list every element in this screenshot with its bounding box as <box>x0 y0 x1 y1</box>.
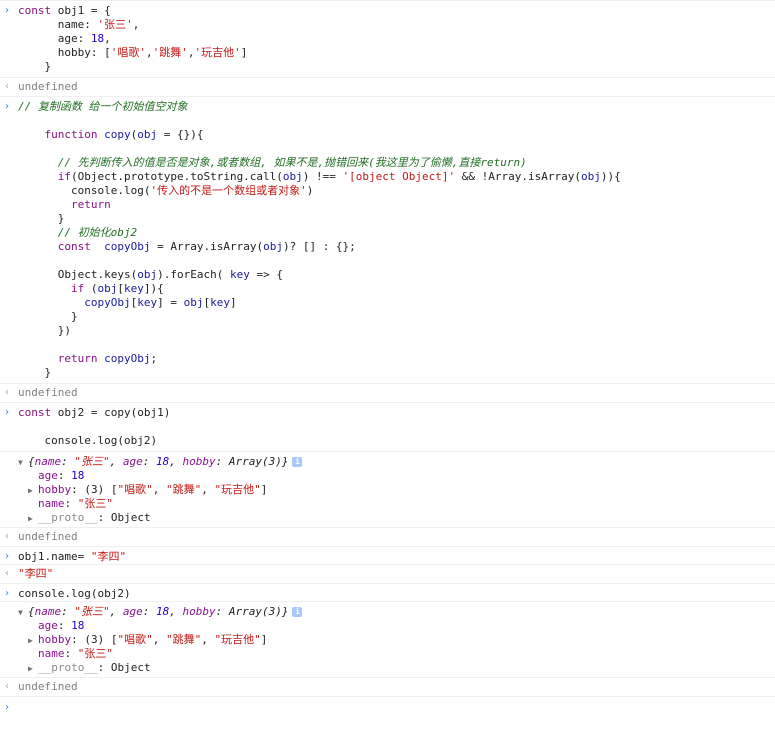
input-prompt-icon: › <box>4 407 11 418</box>
output-return-icon: ‹ <box>4 531 11 542</box>
console-input-entry[interactable]: › const obj2 = copy(obj1) console.log(obj… <box>0 403 775 452</box>
proto-property[interactable]: ▶ __proto__: Object <box>0 661 775 675</box>
console-output-entry: ‹ undefined <box>0 384 775 403</box>
console-output-entry: ‹ undefined <box>0 678 775 697</box>
console-output-entry: ‹ undefined <box>0 78 775 97</box>
expanded-triangle-icon[interactable]: ▼ <box>18 456 28 470</box>
output-return-icon: ‹ <box>4 81 11 92</box>
info-icon[interactable]: i <box>292 457 303 467</box>
collapsed-triangle-icon[interactable]: ▶ <box>28 634 38 648</box>
input-prompt-icon: › <box>4 588 11 599</box>
console-prompt[interactable]: › <box>0 697 775 715</box>
input-prompt-icon: › <box>4 5 11 16</box>
console-panel: › const obj1 = { name: '张三', age: 18, hob… <box>0 0 775 715</box>
expanded-triangle-icon[interactable]: ▼ <box>18 606 28 620</box>
console-result-entry: ‹ "李四" <box>0 565 775 584</box>
console-log-object[interactable]: ▼ {name: "张三", age: 18, hobby: Array(3)} i… <box>0 602 775 678</box>
output-return-icon: ‹ <box>4 681 11 692</box>
console-input-entry[interactable]: › obj1.name= "李四" <box>0 547 775 565</box>
console-input[interactable]: › <box>0 701 775 715</box>
info-icon[interactable]: i <box>292 607 303 617</box>
collapsed-triangle-icon[interactable]: ▶ <box>28 662 38 676</box>
console-input-entry[interactable]: › const obj1 = { name: '张三', age: 18, hob… <box>0 0 775 78</box>
object-summary[interactable]: ▼ {name: "张三", age: 18, hobby: Array(3)} i <box>0 455 775 469</box>
output-return-icon: ‹ <box>4 387 11 398</box>
hobby-property[interactable]: ▶ hobby: (3) ["唱歌", "跳舞", "玩吉他"] <box>0 483 775 497</box>
proto-property[interactable]: ▶ __proto__: Object <box>0 511 775 525</box>
console-output-entry: ‹ undefined <box>0 528 775 547</box>
input-prompt-icon: › <box>4 101 11 112</box>
input-prompt-icon: › <box>4 702 11 713</box>
collapsed-triangle-icon[interactable]: ▶ <box>28 512 38 526</box>
collapsed-triangle-icon[interactable]: ▶ <box>28 484 38 498</box>
output-return-icon: ‹ <box>4 568 11 579</box>
object-summary[interactable]: ▼ {name: "张三", age: 18, hobby: Array(3)} i <box>0 605 775 619</box>
input-prompt-icon: › <box>4 551 11 562</box>
console-input-entry[interactable]: ›// 复制函数 给一个初始值空对象 function copy(obj = {… <box>0 97 775 384</box>
console-input-entry[interactable]: › console.log(obj2) <box>0 584 775 602</box>
console-log-object[interactable]: ▼ {name: "张三", age: 18, hobby: Array(3)} i… <box>0 452 775 528</box>
hobby-property[interactable]: ▶ hobby: (3) ["唱歌", "跳舞", "玩吉他"] <box>0 633 775 647</box>
